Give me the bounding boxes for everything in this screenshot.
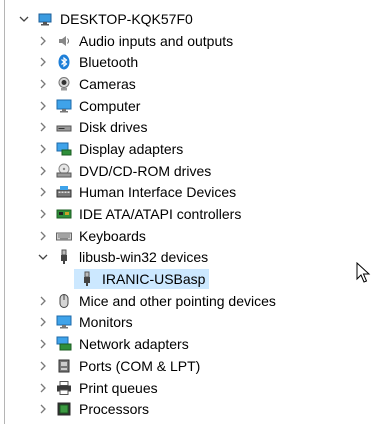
network-icon bbox=[55, 336, 73, 352]
chevron-right-icon[interactable] bbox=[37, 78, 49, 90]
monitor-icon bbox=[55, 314, 73, 330]
chevron-right-icon[interactable] bbox=[37, 230, 49, 242]
mouse-cursor-icon bbox=[356, 262, 371, 283]
tree-item-label: Processors bbox=[79, 401, 150, 418]
tree-item-disk-drives[interactable]: Disk drives bbox=[0, 116, 374, 138]
disk-drive-icon bbox=[55, 119, 73, 135]
chevron-right-icon[interactable] bbox=[37, 403, 49, 415]
tree-item-label: libusb-win32 devices bbox=[79, 249, 209, 266]
tree-item-mice[interactable]: Mice and other pointing devices bbox=[0, 290, 374, 312]
chevron-right-icon[interactable] bbox=[37, 121, 49, 133]
tree-item-processors[interactable]: Processors bbox=[0, 398, 374, 420]
tree-item-label: Computer bbox=[79, 97, 141, 114]
selected-item-highlight[interactable]: IRANIC-USBasp bbox=[74, 269, 210, 290]
tree-item-label: Disk drives bbox=[79, 119, 148, 136]
usb-plug-icon bbox=[78, 271, 96, 287]
chevron-down-icon[interactable] bbox=[37, 251, 49, 263]
tree-item-iranic-usbasp[interactable]: IRANIC-USBasp bbox=[0, 268, 374, 290]
tree-item-cameras[interactable]: Cameras bbox=[0, 73, 374, 95]
dvd-drive-icon bbox=[55, 163, 73, 179]
tree-item-print-queues[interactable]: Print queues bbox=[0, 377, 374, 399]
tree-root-label: DESKTOP-KQK57F0 bbox=[60, 10, 193, 27]
tree-item-network-adapters[interactable]: Network adapters bbox=[0, 333, 374, 355]
tree-item-monitors[interactable]: Monitors bbox=[0, 312, 374, 334]
tree-item-ide-controllers[interactable]: IDE ATA/ATAPI controllers bbox=[0, 203, 374, 225]
tree-item-display-adapters[interactable]: Display adapters bbox=[0, 138, 374, 160]
tree-item-label: IRANIC-USBasp bbox=[102, 271, 206, 288]
tree-item-computer[interactable]: Computer bbox=[0, 95, 374, 117]
chevron-right-icon[interactable] bbox=[37, 316, 49, 328]
chevron-right-icon[interactable] bbox=[37, 360, 49, 372]
chevron-right-icon[interactable] bbox=[37, 56, 49, 68]
tree-item-label: Monitors bbox=[79, 314, 133, 331]
tree-item-bluetooth[interactable]: Bluetooth bbox=[0, 51, 374, 73]
chevron-right-icon[interactable] bbox=[37, 143, 49, 155]
tree-item-audio[interactable]: Audio inputs and outputs bbox=[0, 30, 374, 52]
tree-item-label: Network adapters bbox=[79, 336, 189, 353]
chevron-down-icon[interactable] bbox=[18, 13, 30, 25]
chevron-right-icon[interactable] bbox=[37, 295, 49, 307]
display-adapter-icon bbox=[55, 141, 73, 157]
tree-item-label: Audio inputs and outputs bbox=[79, 32, 234, 49]
tree-item-label: Display adapters bbox=[79, 140, 184, 157]
chevron-right-icon[interactable] bbox=[37, 338, 49, 350]
tree-item-hid[interactable]: Human Interface Devices bbox=[0, 182, 374, 204]
bluetooth-icon bbox=[55, 54, 73, 70]
tree-item-label: Bluetooth bbox=[79, 54, 139, 71]
chevron-right-icon[interactable] bbox=[37, 208, 49, 220]
chevron-right-icon[interactable] bbox=[37, 35, 49, 47]
chevron-right-icon[interactable] bbox=[37, 186, 49, 198]
tree-item-label: DVD/CD-ROM drives bbox=[79, 162, 212, 179]
printer-icon bbox=[55, 380, 73, 396]
computer-root-icon bbox=[36, 11, 54, 27]
processor-icon bbox=[55, 401, 73, 417]
hid-icon bbox=[55, 184, 73, 200]
monitor-icon bbox=[55, 98, 73, 114]
tree-item-label: Mice and other pointing devices bbox=[79, 292, 276, 309]
mouse-icon bbox=[55, 293, 73, 309]
chevron-right-icon[interactable] bbox=[37, 382, 49, 394]
keyboard-icon bbox=[55, 228, 73, 244]
tree-item-label: Print queues bbox=[79, 379, 158, 396]
tree-item-libusb-devices[interactable]: libusb-win32 devices bbox=[0, 247, 374, 269]
tree-item-label: Cameras bbox=[79, 75, 136, 92]
tree-item-label: Human Interface Devices bbox=[79, 184, 237, 201]
speaker-icon bbox=[55, 33, 73, 49]
tree-root[interactable]: DESKTOP-KQK57F0 bbox=[0, 8, 374, 30]
tree-item-label: Ports (COM & LPT) bbox=[79, 357, 201, 374]
tree-item-label: IDE ATA/ATAPI controllers bbox=[79, 206, 242, 223]
chevron-right-icon[interactable] bbox=[37, 100, 49, 112]
device-tree: DESKTOP-KQK57F0 Audio inputs and outputs… bbox=[0, 8, 374, 420]
camera-icon bbox=[55, 76, 73, 92]
ide-controller-icon bbox=[55, 206, 73, 222]
usb-plug-icon bbox=[55, 249, 73, 265]
tree-item-label: Keyboards bbox=[79, 227, 146, 244]
chevron-right-icon[interactable] bbox=[37, 165, 49, 177]
tree-item-ports[interactable]: Ports (COM & LPT) bbox=[0, 355, 374, 377]
port-icon bbox=[55, 358, 73, 374]
tree-item-keyboards[interactable]: Keyboards bbox=[0, 225, 374, 247]
tree-item-dvd-drives[interactable]: DVD/CD-ROM drives bbox=[0, 160, 374, 182]
